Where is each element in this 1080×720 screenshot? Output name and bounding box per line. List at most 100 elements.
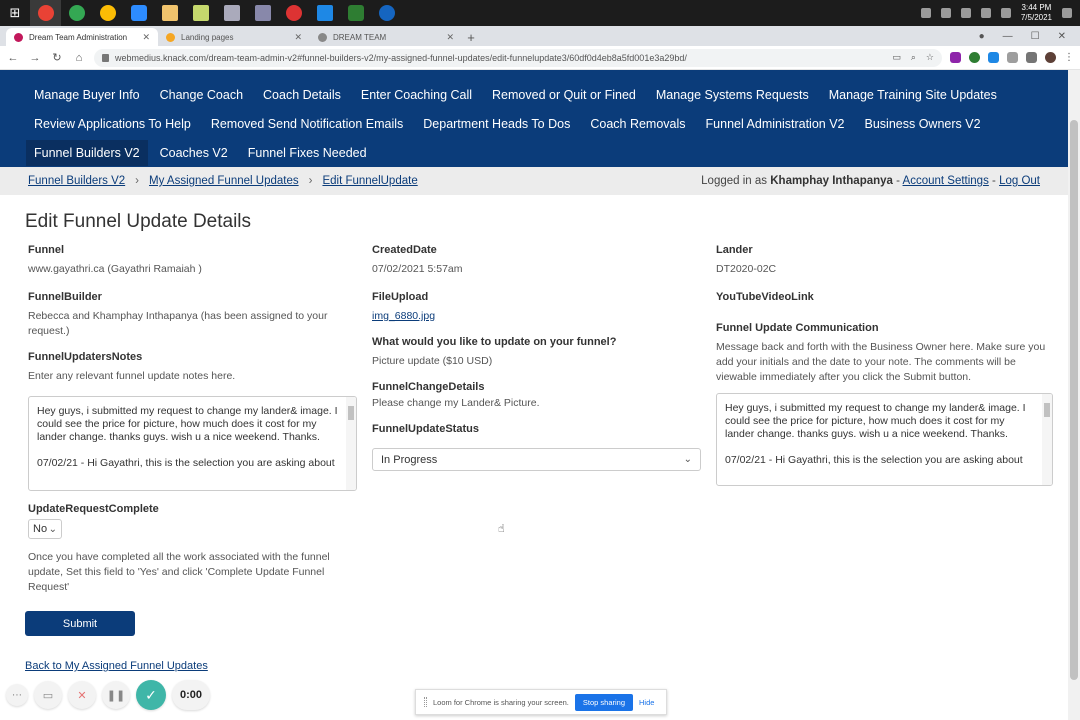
nav-change-coach[interactable]: Change Coach bbox=[152, 82, 251, 108]
reload-icon[interactable]: ↻ bbox=[50, 51, 64, 64]
nav-coaches[interactable]: Coaches V2 bbox=[152, 140, 236, 166]
cast-icon[interactable]: ▭ bbox=[892, 52, 901, 63]
hide-button[interactable]: Hide bbox=[639, 698, 654, 707]
log-out-link[interactable]: Log Out bbox=[999, 175, 1040, 187]
account-settings-link[interactable]: Account Settings bbox=[903, 175, 989, 187]
notes-textarea[interactable]: Hey guys, i submitted my request to chan… bbox=[28, 396, 357, 491]
nav-review-applications[interactable]: Review Applications To Help bbox=[26, 111, 199, 137]
nav-enter-coaching-call[interactable]: Enter Coaching Call bbox=[353, 82, 480, 108]
close-icon[interactable]: ✕ bbox=[142, 32, 150, 43]
forward-arrow-icon[interactable]: → bbox=[28, 52, 42, 64]
nav-funnel-builders[interactable]: Funnel Builders V2 bbox=[26, 139, 148, 166]
chevron-up-icon[interactable] bbox=[940, 8, 951, 18]
puzzle-extensions-icon[interactable] bbox=[1026, 52, 1037, 63]
nav-removed-quit-fined[interactable]: Removed or Quit or Fined bbox=[484, 82, 644, 108]
browser-tab[interactable]: Landing pages ✕ bbox=[158, 28, 310, 46]
page-scrollbar[interactable] bbox=[1068, 70, 1080, 720]
breadcrumb-link[interactable]: Funnel Builders V2 bbox=[28, 175, 125, 187]
close-window-icon[interactable]: ✕ bbox=[1058, 31, 1066, 42]
wifi-icon[interactable] bbox=[980, 8, 991, 18]
pause-icon[interactable]: ❚❚ bbox=[102, 681, 130, 709]
taskbar-chrome-icon[interactable] bbox=[92, 0, 123, 26]
camera-off-icon[interactable]: ▭ bbox=[34, 681, 62, 709]
battery-icon[interactable] bbox=[960, 8, 971, 18]
avatar[interactable] bbox=[1045, 52, 1056, 63]
breadcrumb: Funnel Builders V2 › My Assigned Funnel … bbox=[0, 167, 1068, 195]
maximize-icon[interactable]: ☐ bbox=[1031, 31, 1040, 42]
taskbar-chrome-icon[interactable] bbox=[61, 0, 92, 26]
drag-handle-icon[interactable] bbox=[424, 697, 427, 707]
update-status-label: FunnelUpdateStatus bbox=[372, 423, 479, 435]
file-upload-value: img_6880.jpg bbox=[372, 309, 702, 324]
browser-toolbar: ← → ↻ ⌂ webmedius.knack.com/dream-team-a… bbox=[0, 46, 1080, 70]
nav-business-owners[interactable]: Business Owners V2 bbox=[857, 111, 989, 137]
nav-manage-training-site-updates[interactable]: Manage Training Site Updates bbox=[821, 82, 1005, 108]
finish-recording-check-icon[interactable]: ✓ bbox=[136, 680, 166, 710]
taskbar-mail-icon[interactable] bbox=[309, 0, 340, 26]
back-arrow-icon[interactable]: ← bbox=[6, 52, 20, 64]
nav-row: Manage Buyer Info Change Coach Coach Det… bbox=[26, 80, 1042, 109]
notification-icon[interactable] bbox=[1062, 8, 1072, 18]
extension-icon[interactable] bbox=[988, 52, 999, 63]
taskbar-notes-icon[interactable] bbox=[185, 0, 216, 26]
clock-time: 3:44 PM bbox=[1021, 3, 1052, 12]
profile-icon[interactable]: ● bbox=[979, 31, 985, 42]
chevron-down-icon: ⌄ bbox=[683, 454, 692, 465]
nav-funnel-fixes-needed[interactable]: Funnel Fixes Needed bbox=[240, 140, 375, 166]
notes-text: Hey guys, i submitted my request to chan… bbox=[37, 405, 338, 443]
nav-manage-buyer-info[interactable]: Manage Buyer Info bbox=[26, 82, 148, 108]
nav-removed-send-notification[interactable]: Removed Send Notification Emails bbox=[203, 111, 411, 137]
extension-icon[interactable] bbox=[1007, 52, 1018, 63]
textarea-scrollbar[interactable] bbox=[1042, 394, 1052, 485]
update-status-value: In Progress bbox=[381, 453, 438, 466]
update-complete-select[interactable]: No ⌄ bbox=[28, 519, 62, 539]
more-options-icon[interactable]: ⋯ bbox=[6, 684, 28, 706]
star-icon[interactable]: ☆ bbox=[926, 52, 934, 63]
update-complete-hint: Once you have completed all the work ass… bbox=[28, 551, 330, 593]
nav-coach-removals[interactable]: Coach Removals bbox=[582, 111, 693, 137]
notes-label: FunnelUpdatersNotes bbox=[28, 351, 143, 363]
extension-icon[interactable] bbox=[969, 52, 980, 63]
close-icon[interactable]: ✕ bbox=[294, 32, 302, 43]
home-icon[interactable]: ⌂ bbox=[72, 52, 86, 64]
nav-manage-systems-requests[interactable]: Manage Systems Requests bbox=[648, 82, 817, 108]
zoom-icon[interactable]: ⌕ bbox=[911, 52, 916, 63]
windows-taskbar: ⊞ 3:44 PM 7/5/2021 bbox=[0, 0, 1080, 26]
scrollbar-thumb[interactable] bbox=[1070, 120, 1078, 680]
cancel-recording-icon[interactable]: ✕ bbox=[68, 681, 96, 709]
communication-textarea[interactable]: Hey guys, i submitted my request to chan… bbox=[716, 393, 1053, 486]
taskbar-folder-icon[interactable] bbox=[154, 0, 185, 26]
nav-funnel-administration[interactable]: Funnel Administration V2 bbox=[698, 111, 853, 137]
extension-icon[interactable] bbox=[950, 52, 961, 63]
volume-icon[interactable] bbox=[1000, 8, 1011, 18]
taskbar-app-icon[interactable] bbox=[278, 0, 309, 26]
mic-icon[interactable] bbox=[920, 8, 931, 18]
kebab-menu-icon[interactable]: ⋮ bbox=[1064, 52, 1074, 63]
change-details-value: Please change my Lander& Picture. bbox=[372, 397, 540, 409]
system-clock[interactable]: 3:44 PM 7/5/2021 bbox=[1021, 3, 1052, 23]
breadcrumb-link[interactable]: Edit FunnelUpdate bbox=[322, 175, 417, 187]
new-tab-plus-icon[interactable]: + bbox=[462, 28, 480, 46]
taskbar-zoom-icon[interactable] bbox=[123, 0, 154, 26]
nav-department-heads[interactable]: Department Heads To Dos bbox=[415, 111, 578, 137]
taskbar-app-icon[interactable] bbox=[247, 0, 278, 26]
update-status-select[interactable]: In Progress ⌄ bbox=[372, 448, 701, 471]
browser-tab[interactable]: DREAM TEAM ✕ bbox=[310, 28, 462, 46]
minimize-icon[interactable]: — bbox=[1003, 31, 1013, 42]
stop-sharing-button[interactable]: Stop sharing bbox=[574, 693, 634, 711]
taskbar-chrome-icon[interactable] bbox=[30, 0, 61, 26]
browser-tab[interactable]: Dream Team Administration ✕ bbox=[6, 28, 158, 46]
taskbar-app-icon[interactable] bbox=[340, 0, 371, 26]
breadcrumb-link[interactable]: My Assigned Funnel Updates bbox=[149, 175, 299, 187]
textarea-scrollbar[interactable] bbox=[346, 397, 356, 490]
taskbar-app-icon[interactable] bbox=[371, 0, 402, 26]
back-link[interactable]: Back to My Assigned Funnel Updates bbox=[25, 660, 208, 672]
windows-start-icon[interactable]: ⊞ bbox=[0, 0, 30, 26]
recording-timer: 0:00 bbox=[172, 680, 210, 710]
close-icon[interactable]: ✕ bbox=[446, 32, 454, 43]
file-upload-link[interactable]: img_6880.jpg bbox=[372, 310, 435, 322]
submit-button[interactable]: Submit bbox=[25, 611, 135, 636]
address-bar[interactable]: webmedius.knack.com/dream-team-admin-v2#… bbox=[94, 48, 942, 67]
taskbar-app-icon[interactable] bbox=[216, 0, 247, 26]
nav-coach-details[interactable]: Coach Details bbox=[255, 82, 349, 108]
